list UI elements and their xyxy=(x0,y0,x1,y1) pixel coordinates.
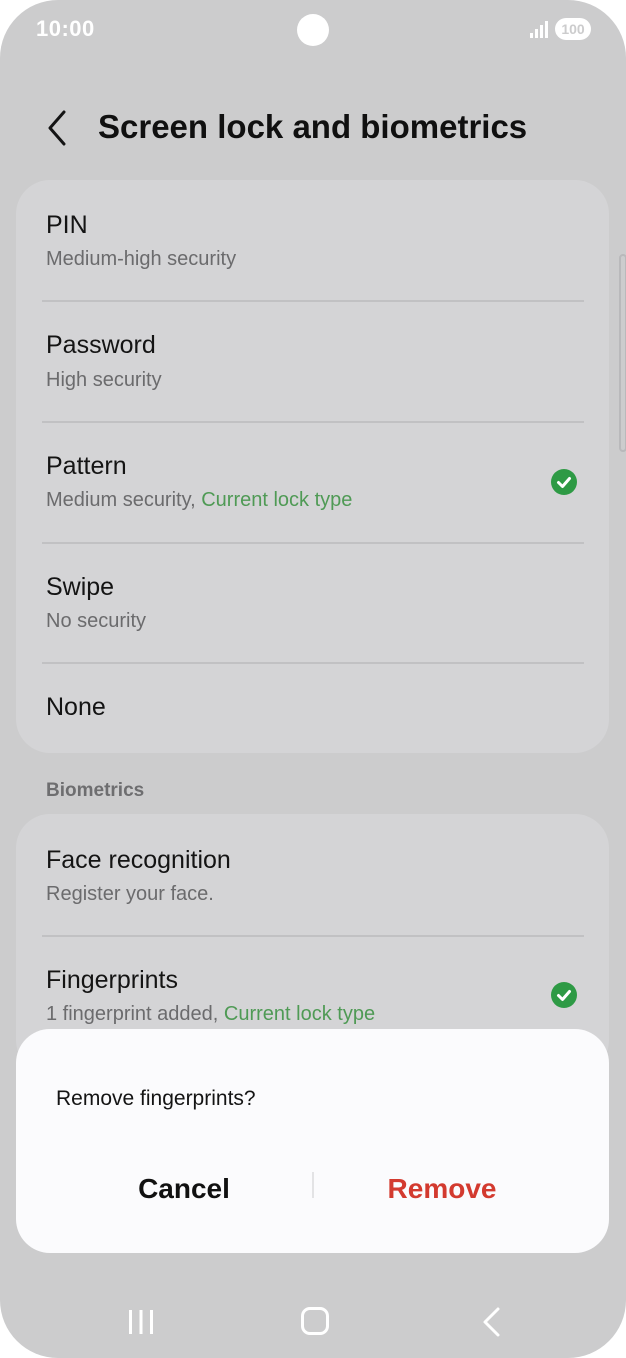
check-circle-icon xyxy=(551,982,577,1008)
lock-option-title: Pattern xyxy=(46,452,127,480)
signal-icon xyxy=(530,21,548,38)
lock-type-card: PIN Medium-high security Password High s… xyxy=(16,180,609,753)
check-circle-icon xyxy=(551,469,577,495)
remove-fingerprints-dialog: Remove fingerprints? Cancel Remove xyxy=(16,1029,609,1253)
lock-option-password[interactable]: Password High security xyxy=(16,301,609,421)
biometric-title: Fingerprints xyxy=(46,966,178,994)
button-divider xyxy=(312,1172,314,1198)
battery-icon: 100 xyxy=(555,18,591,40)
biometric-title: Face recognition xyxy=(46,846,231,874)
current-lock-type-label: Current lock type xyxy=(223,1003,376,1025)
back-icon[interactable] xyxy=(480,1306,502,1338)
cancel-button[interactable]: Cancel xyxy=(76,1169,292,1209)
lock-option-swipe[interactable]: Swipe No security xyxy=(16,543,609,663)
biometric-subtitle: 1 fingerprint added, Current lock type xyxy=(46,1003,375,1026)
page-title: Screen lock and biometrics xyxy=(98,108,528,145)
lock-option-pin[interactable]: PIN Medium-high security xyxy=(16,180,609,300)
biometric-subtitle-text: 1 fingerprint added, xyxy=(46,1003,224,1025)
lock-option-title: PIN xyxy=(46,211,88,239)
lock-option-subtitle-text: Medium security, xyxy=(46,489,202,511)
phone-screen: 10:00 100 Screen lock and biometrics PIN… xyxy=(0,0,626,1358)
lock-option-subtitle: No security xyxy=(46,610,147,632)
lock-option-subtitle: Medium security, Current lock type xyxy=(46,489,352,512)
remove-button[interactable]: Remove xyxy=(334,1169,550,1209)
home-icon[interactable] xyxy=(301,1307,329,1335)
dialog-message: Remove fingerprints? xyxy=(56,1087,256,1110)
lock-option-subtitle: Medium-high security xyxy=(46,248,237,270)
biometric-subtitle: Register your face. xyxy=(46,883,214,905)
lock-option-pattern[interactable]: Pattern Medium security, Current lock ty… xyxy=(16,422,609,542)
status-time: 10:00 xyxy=(36,16,95,41)
lock-option-title: None xyxy=(46,693,106,721)
recent-apps-icon[interactable] xyxy=(126,1308,156,1336)
lock-option-subtitle: High security xyxy=(46,369,162,391)
camera-cutout xyxy=(297,14,329,46)
chevron-left-icon[interactable] xyxy=(40,108,76,148)
section-label-biometrics: Biometrics xyxy=(46,780,145,801)
lock-option-title: Password xyxy=(46,331,156,359)
biometric-face-recognition[interactable]: Face recognition Register your face. xyxy=(16,814,609,935)
lock-option-none[interactable]: None xyxy=(16,663,609,753)
current-lock-type-label: Current lock type xyxy=(201,489,353,511)
lock-option-title: Swipe xyxy=(46,573,115,601)
scrollbar-thumb[interactable] xyxy=(619,254,626,452)
